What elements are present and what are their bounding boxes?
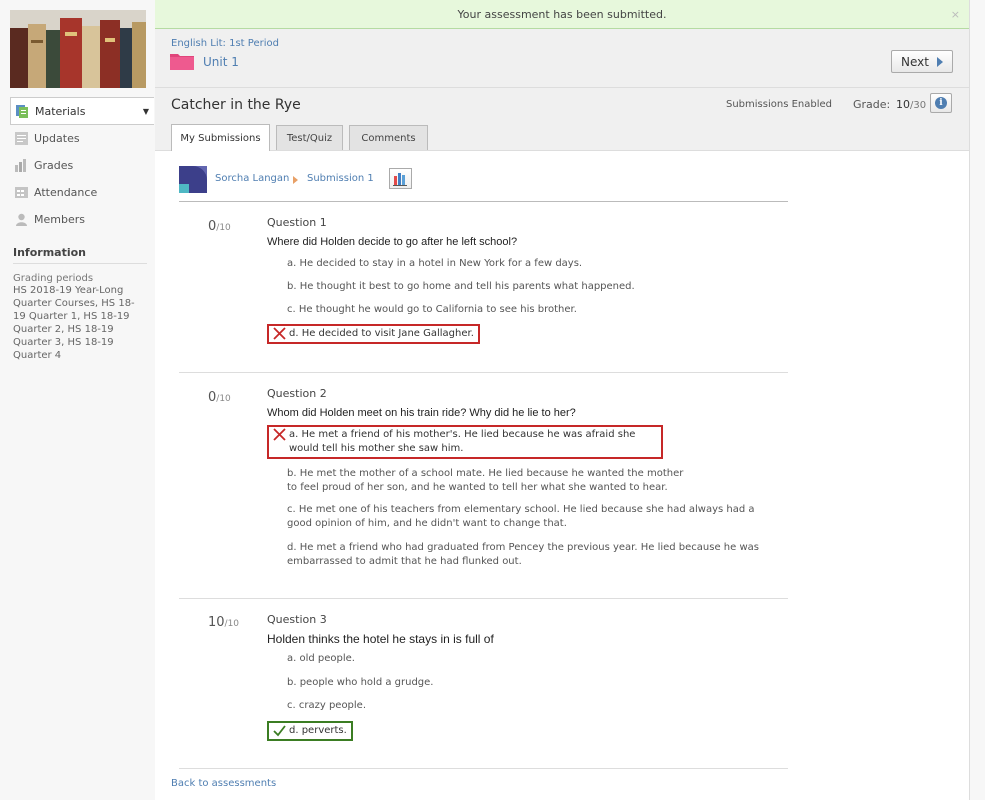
course-image — [10, 10, 146, 88]
grades-icon — [15, 159, 28, 172]
grading-periods-list: HS 2018-19 Year-Long Quarter Courses, HS… — [13, 285, 135, 361]
checkmark-icon — [273, 725, 286, 737]
selected-answer-incorrect: d. He decided to visit Jane Gallagher. — [267, 324, 480, 344]
question-text: Holden thinks the hotel he stays in is f… — [267, 632, 494, 646]
answer-option: d. He met a friend who had graduated fro… — [287, 542, 759, 567]
next-label: Next — [901, 54, 929, 69]
question-text: Whom did Holden meet on his train ride? … — [267, 407, 576, 419]
sidebar-item-label: Updates — [34, 132, 80, 145]
grade-total: /30 — [910, 100, 927, 111]
answer-option: b. He met the mother of a school mate. H… — [287, 468, 684, 493]
attendance-icon — [15, 186, 28, 199]
question-3: 10/10 Question 3 Holden thinks the hotel… — [179, 599, 788, 769]
question-title: Question 1 — [267, 216, 327, 229]
x-mark-icon — [273, 327, 286, 340]
tab-test-quiz[interactable]: Test/Quiz — [276, 125, 343, 150]
submission-link[interactable]: Submission 1 — [307, 173, 374, 184]
score-max: /10 — [216, 223, 231, 233]
question-score: 0/10 — [208, 219, 231, 234]
student-submission-row: Sorcha Langan Submission 1 — [179, 166, 788, 202]
stats-button[interactable] — [389, 168, 412, 189]
answer-text: d. He decided to visit Jane Gallagher. — [289, 328, 474, 339]
sidebar-item-label: Attendance — [34, 186, 98, 199]
information-title: Information — [13, 246, 147, 264]
arrow-right-icon — [936, 56, 943, 67]
sidebar-item-attendance[interactable]: Attendance — [10, 179, 154, 206]
student-name-link[interactable]: Sorcha Langan — [215, 173, 289, 184]
sidebar: Materials ▼ Updates Grades Attendance Me… — [0, 0, 155, 800]
answer-text: a. He met a friend of his mother's. He l… — [289, 429, 636, 454]
question-text: Where did Holden decide to go after he l… — [267, 236, 518, 248]
question-score: 0/10 — [208, 390, 231, 405]
sidebar-item-label: Members — [34, 213, 85, 226]
selected-answer-correct: d. perverts. — [267, 721, 353, 741]
page-header: English Lit: 1st Period Unit 1 Next Catc… — [155, 29, 969, 151]
score-value: 10 — [208, 615, 225, 630]
page-edge — [969, 0, 985, 800]
question-1: 0/10 Question 1 Where did Holden decide … — [179, 202, 788, 373]
header-divider — [155, 87, 969, 88]
answer-option: a. He decided to stay in a hotel in New … — [287, 258, 583, 269]
sidebar-item-updates[interactable]: Updates — [10, 125, 154, 152]
page-title: Catcher in the Rye — [171, 97, 301, 113]
breadcrumb-arrow-icon — [293, 176, 298, 184]
next-button[interactable]: Next — [891, 50, 953, 73]
info-icon: i — [935, 97, 947, 109]
answer-text: d. perverts. — [289, 725, 347, 736]
question-2: 0/10 Question 2 Whom did Holden meet on … — [179, 373, 788, 599]
submissions-status: Submissions Enabled — [726, 99, 833, 110]
close-icon[interactable]: × — [951, 0, 960, 29]
tab-comments[interactable]: Comments — [349, 125, 428, 150]
info-button[interactable]: i — [930, 93, 952, 113]
answer-option: a. old people. — [287, 653, 355, 664]
folder-icon — [170, 52, 194, 70]
back-to-assessments-link[interactable]: Back to assessments — [171, 778, 276, 789]
updates-icon — [15, 132, 28, 145]
selected-answer-incorrect: a. He met a friend of his mother's. He l… — [267, 425, 663, 459]
question-title: Question 3 — [267, 613, 327, 626]
banner-message: Your assessment has been submitted. — [457, 8, 667, 21]
answer-option: c. He thought he would go to California … — [287, 304, 577, 315]
sidebar-item-label: Materials — [35, 104, 86, 118]
grading-periods-label: Grading periods — [13, 273, 94, 284]
answer-option: c. crazy people. — [287, 700, 367, 711]
breadcrumb[interactable]: English Lit: 1st Period — [171, 38, 279, 49]
bar-chart-icon — [390, 173, 411, 192]
caret-down-icon: ▼ — [142, 106, 149, 116]
sidebar-item-members[interactable]: Members — [10, 206, 154, 233]
main-content: Sorcha Langan Submission 1 0/10 Question… — [155, 151, 969, 800]
members-icon — [15, 213, 28, 226]
grade-score: 10 — [896, 98, 910, 111]
materials-icon — [16, 104, 29, 118]
success-banner: Your assessment has been submitted. × — [155, 0, 969, 29]
answer-option: b. people who hold a grudge. — [287, 677, 434, 688]
x-mark-icon — [273, 428, 286, 441]
grade-value: 10/30 — [896, 98, 926, 111]
unit-link[interactable]: Unit 1 — [203, 55, 239, 69]
grade-label: Grade: — [853, 98, 891, 111]
answer-option: c. He met one of his teachers from eleme… — [287, 504, 755, 529]
tab-my-submissions[interactable]: My Submissions — [171, 124, 270, 151]
score-max: /10 — [216, 394, 231, 404]
sidebar-item-grades[interactable]: Grades — [10, 152, 154, 179]
question-score: 10/10 — [208, 615, 239, 630]
information-panel: Information Grading periods HS 2018-19 Y… — [13, 246, 147, 362]
score-max: /10 — [224, 619, 240, 629]
sidebar-item-label: Grades — [34, 159, 74, 172]
answer-option: b. He thought it best to go home and tel… — [287, 281, 635, 292]
sidebar-item-materials[interactable]: Materials ▼ — [10, 97, 154, 125]
avatar — [179, 166, 207, 193]
question-title: Question 2 — [267, 387, 327, 400]
sidebar-nav: Materials ▼ Updates Grades Attendance Me… — [10, 97, 154, 233]
